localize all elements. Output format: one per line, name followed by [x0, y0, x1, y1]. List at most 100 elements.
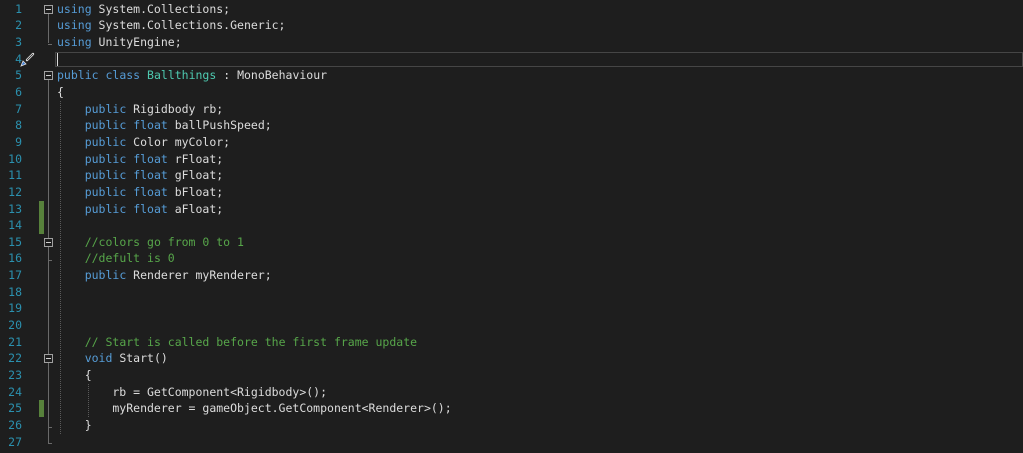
collapse-toggle-icon[interactable]: [44, 237, 53, 247]
keyword-token: float: [133, 168, 168, 183]
code-line[interactable]: // Start is called before the first fram…: [57, 334, 417, 351]
line-number: 24: [8, 384, 22, 399]
keyword-token: public: [57, 68, 99, 83]
fold-region-line: [48, 245, 49, 260]
line-number: 22: [8, 351, 22, 366]
line-number: 17: [8, 268, 22, 283]
line-number: 1: [15, 1, 22, 16]
text-token: Rigidbody rb;: [126, 101, 224, 116]
text-token: Start(): [112, 351, 168, 366]
line-number: 25: [8, 401, 22, 416]
fold-region-line: [48, 362, 49, 426]
line-number: 18: [8, 284, 22, 299]
line-number: 2: [15, 18, 22, 33]
text-token: Color myColor;: [126, 134, 231, 149]
text-token: rFloat;: [167, 151, 224, 166]
code-line[interactable]: {: [57, 367, 92, 384]
code-line[interactable]: void Start(): [57, 350, 168, 367]
collapse-toggle-icon[interactable]: [44, 354, 53, 364]
text-token: Renderer myRenderer;: [126, 268, 272, 283]
keyword-token: public: [84, 268, 127, 283]
code-line[interactable]: public Rigidbody rb;: [57, 101, 223, 118]
line-number: 21: [8, 334, 22, 349]
line-number: 8: [15, 118, 22, 133]
code-line[interactable]: rb = GetComponent<Rigidbody>();: [57, 384, 327, 401]
code-line[interactable]: public float aFloat;: [57, 201, 224, 218]
text-token: aFloat;: [167, 201, 224, 216]
text-token: bFloat;: [167, 184, 224, 199]
code-line[interactable]: //defult is 0: [57, 250, 175, 267]
comment-token: // Start is called before the first fram…: [84, 334, 418, 349]
code-line[interactable]: }: [57, 417, 92, 434]
text-token: UnityEngine;: [91, 35, 182, 49]
text-token: : MonoBehaviour: [216, 68, 328, 83]
keyword-token: public: [84, 184, 127, 199]
keyword-token: public: [84, 168, 127, 183]
text-token: System.Collections.Generic;: [91, 18, 286, 33]
keyword-token: public: [84, 118, 127, 133]
text-token: System.Collections;: [91, 1, 231, 16]
line-number: 20: [8, 318, 22, 333]
code-line[interactable]: //colors go from 0 to 1: [57, 234, 244, 251]
keyword-token: public: [84, 151, 127, 166]
code-line[interactable]: myRenderer = gameObject.GetComponent<Ren…: [57, 400, 451, 417]
keyword-token: float: [133, 151, 168, 166]
line-number: 23: [8, 368, 22, 382]
code-line[interactable]: public Color myColor;: [57, 134, 230, 151]
current-line-highlight: [55, 51, 1023, 67]
code-line[interactable]: {: [57, 84, 64, 101]
comment-token: //defult is 0: [84, 251, 175, 266]
fold-region-line: [48, 12, 49, 43]
text-token: }: [57, 417, 92, 432]
line-number: 16: [8, 251, 22, 266]
text-token: gFloat;: [167, 168, 224, 183]
line-number: 27: [8, 434, 22, 449]
fold-region-end: [48, 43, 52, 45]
paintbrush-icon[interactable]: [19, 52, 35, 68]
keyword-token: public: [84, 201, 127, 216]
code-line[interactable]: public float ballPushSpeed;: [57, 117, 272, 134]
keyword-token: using: [57, 18, 92, 33]
fold-region-end: [48, 426, 52, 428]
line-number: 9: [15, 134, 22, 149]
keyword-token: float: [133, 184, 168, 199]
keyword-token: public: [84, 101, 127, 116]
line-number: 15: [8, 234, 22, 249]
text-token: rb = GetComponent<Rigidbody>();: [57, 384, 328, 399]
code-line[interactable]: public float gFloat;: [57, 167, 224, 184]
code-line[interactable]: public class Ballthings : MonoBehaviour: [57, 67, 327, 84]
changed-line-marker: [39, 217, 44, 234]
line-number: 5: [15, 68, 22, 83]
keyword-token: class: [105, 68, 141, 83]
changed-line-marker: [39, 200, 44, 218]
code-editor[interactable]: 1 using System.Collections; 2 using System.…: [0, 0, 1023, 453]
code-line[interactable]: public Renderer myRenderer;: [57, 267, 272, 284]
keyword-token: using: [57, 35, 92, 49]
line-number: 26: [8, 417, 22, 432]
text-token: ballPushSpeed;: [167, 118, 272, 133]
text-token: {: [84, 368, 92, 382]
keyword-token: float: [133, 118, 168, 133]
line-number: 3: [15, 35, 22, 49]
code-line[interactable]: using UnityEngine;: [57, 34, 182, 51]
collapse-toggle-icon[interactable]: [44, 71, 53, 81]
line-number: 7: [15, 101, 22, 116]
text-caret: [57, 52, 58, 66]
collapse-toggle-icon[interactable]: [44, 4, 53, 14]
code-line[interactable]: using System.Collections;: [57, 1, 230, 18]
code-line[interactable]: using System.Collections.Generic;: [57, 17, 286, 34]
code-line[interactable]: public float rFloat;: [57, 151, 224, 168]
code-line[interactable]: public float bFloat;: [57, 184, 224, 201]
comment-token: //colors go from 0 to 1: [84, 234, 244, 249]
